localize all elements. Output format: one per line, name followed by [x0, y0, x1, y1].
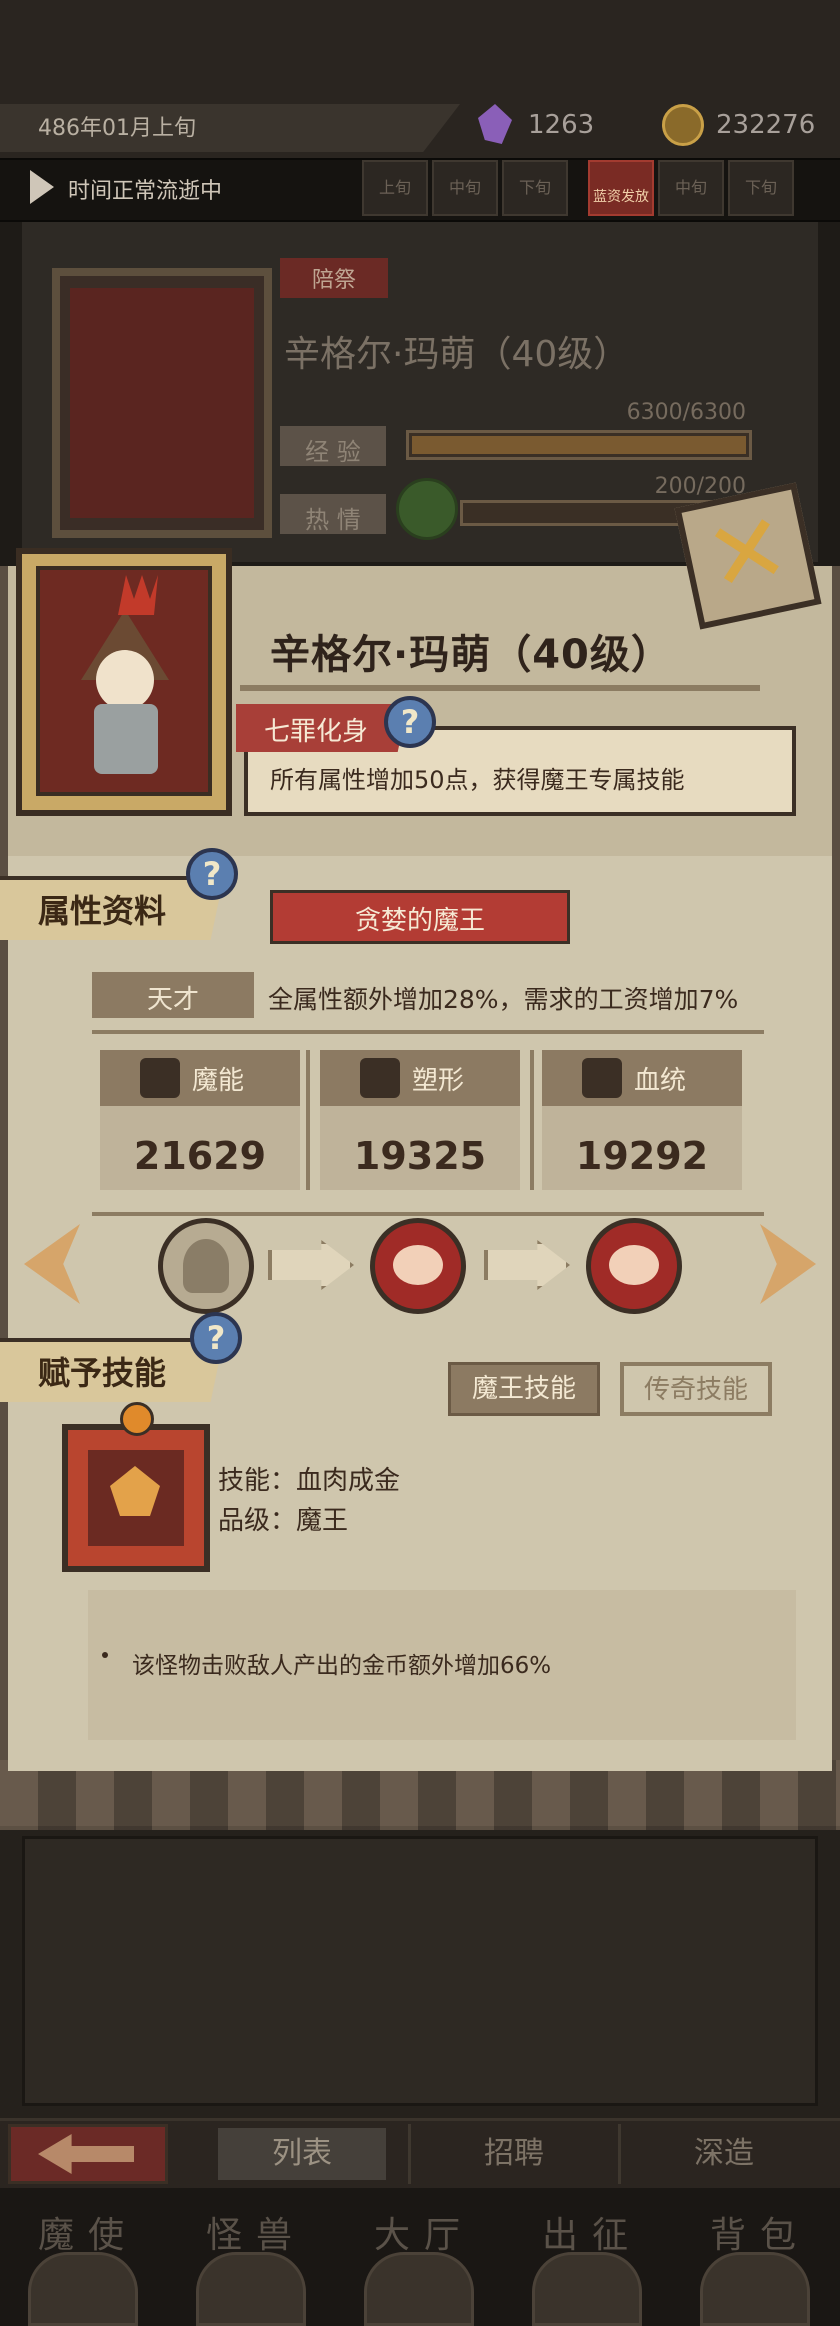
background-exp-bar-fill [412, 436, 746, 454]
time-slot-late-2: 下旬 [728, 160, 794, 216]
background-portrait [70, 288, 254, 518]
background-passion-label: 热 情 [305, 506, 361, 534]
evolution-stage-2[interactable] [370, 1218, 466, 1314]
time-slot-early: 上旬 [362, 160, 428, 216]
stat-shape-value: 19325 [353, 1134, 487, 1178]
background-exp-label: 经 验 [305, 438, 361, 466]
stat-shape: 塑形 19325 [320, 1050, 520, 1190]
magic-icon [140, 1058, 180, 1098]
skills-section-title: 赋予技能 [38, 1354, 167, 1392]
dock-label-bag[interactable]: 背包 [680, 2206, 840, 2258]
gold-count: 232276 [716, 110, 816, 140]
nav-separator [408, 2124, 411, 2184]
talent-description: 全属性额外增加28%，需求的工资增加7% [268, 985, 739, 1014]
stat-magic-label: 魔能 [192, 1066, 245, 1096]
close-icon[interactable]: ✕ [674, 482, 821, 629]
background-exp-value: 6300/6300 [626, 400, 746, 425]
trait-description: 所有属性增加50点，获得魔王专属技能 [270, 766, 685, 794]
nav-separator [618, 2124, 621, 2184]
tab-recruit[interactable]: 招聘 [430, 2128, 598, 2180]
demon-face-icon [609, 1245, 659, 1285]
skills-help-icon[interactable]: ? [190, 1312, 242, 1364]
event-slot[interactable]: 蓝资发放 [588, 160, 654, 216]
tab-list[interactable]: 列表 [218, 2128, 386, 2180]
skull-icon[interactable] [28, 2252, 138, 2326]
body-icon [360, 1058, 400, 1098]
gold-coin-icon [662, 104, 704, 146]
attributes-section-title: 属性资料 [38, 892, 167, 930]
trait-tag-label: 七罪化身 [263, 717, 368, 747]
background-passion-value: 200/200 [654, 474, 746, 499]
dock-label-envoy[interactable]: 魔使 [8, 2206, 168, 2258]
trait-help-icon[interactable]: ? [384, 696, 436, 748]
time-slot-late: 下旬 [502, 160, 568, 216]
talent-label: 天才 [146, 985, 199, 1015]
time-slot-mid-2: 中旬 [658, 160, 724, 216]
backpack-icon[interactable] [700, 2252, 810, 2326]
attributes-help-icon[interactable]: ? [186, 848, 238, 900]
bullet-icon [102, 1652, 108, 1658]
monster-icon[interactable] [196, 2252, 306, 2326]
skill-description: 该怪物击败敌人产出的金币额外增加66% [132, 1653, 552, 1679]
stat-shape-header: 塑形 [320, 1050, 520, 1106]
stat-magic: 魔能 21629 [100, 1050, 300, 1190]
dock-label-monsters[interactable]: 怪兽 [176, 2206, 336, 2258]
hooded-figure-icon [183, 1239, 229, 1293]
stat-magic-header: 魔能 [100, 1050, 300, 1106]
list-container [22, 1836, 818, 2106]
stat-divider [530, 1050, 534, 1190]
stat-bloodline: 血统 19292 [542, 1050, 742, 1190]
background-character-name: 辛格尔·玛萌（40级） [284, 334, 630, 375]
name-underline [240, 685, 760, 691]
tab-legendary-skill[interactable]: 传奇技能 [620, 1362, 772, 1416]
dock-label-expedition[interactable]: 出征 [512, 2206, 672, 2258]
play-icon[interactable] [30, 170, 54, 204]
crown-icon [120, 1402, 154, 1436]
character-name: 辛格尔·玛萌（40级） [270, 632, 672, 678]
character-body [94, 704, 158, 774]
game-date: 486年01月上旬 [38, 116, 196, 141]
evolution-stage-3[interactable] [586, 1218, 682, 1314]
stat-divider [306, 1050, 310, 1190]
expedition-icon[interactable] [532, 2252, 642, 2326]
skill-name: 技能：血肉成金 [218, 1466, 401, 1496]
stat-bloodline-header: 血统 [542, 1050, 742, 1106]
smile-icon [396, 478, 458, 540]
skill-grade: 品级：魔王 [218, 1506, 349, 1536]
time-slot-mid: 中旬 [432, 160, 498, 216]
dock-label-hall[interactable]: 大厅 [344, 2206, 504, 2258]
bloodline-icon [582, 1058, 622, 1098]
stat-magic-value: 21629 [133, 1134, 267, 1178]
monster-title: 贪婪的魔王 [354, 906, 485, 936]
evolution-stage-1[interactable] [158, 1218, 254, 1314]
demon-face-icon [393, 1245, 443, 1285]
background-role-label: 陪祭 [311, 268, 356, 293]
gem-count: 1263 [528, 110, 595, 140]
hall-icon[interactable] [364, 2252, 474, 2326]
character-face [96, 650, 154, 710]
time-flow-status: 时间正常流逝中 [68, 179, 223, 204]
stat-bloodline-value: 19292 [575, 1134, 709, 1178]
stat-shape-label: 塑形 [412, 1066, 465, 1096]
tab-train[interactable]: 深造 [640, 2128, 808, 2180]
stat-bloodline-label: 血统 [634, 1066, 687, 1096]
tab-demon-king-skill[interactable]: 魔王技能 [448, 1362, 600, 1416]
